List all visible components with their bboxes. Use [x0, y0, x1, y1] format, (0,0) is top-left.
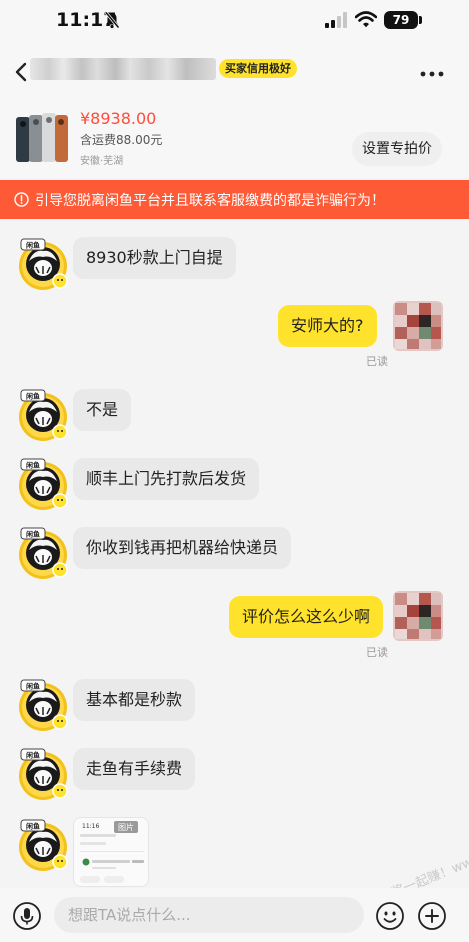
message-bubble-received[interactable]: 走鱼有手续费: [73, 748, 196, 790]
message-bubble-received[interactable]: 基本都是秒款: [73, 679, 196, 721]
alert-circle-icon: [14, 192, 29, 207]
message-bubble-received[interactable]: 8930秒款上门自提: [73, 237, 236, 279]
screenshot-thumbnail: 11:16 图片: [74, 818, 148, 886]
warning-text: 引导您脱离闲鱼平台并且联系客服缴费的都是诈骗行为！: [35, 193, 385, 209]
product-thumbnail[interactable]: [14, 110, 70, 166]
self-avatar[interactable]: [393, 301, 443, 351]
buyer-avatar[interactable]: [16, 818, 70, 872]
buyer-avatar[interactable]: [16, 237, 70, 291]
read-receipt: 已读: [366, 646, 388, 659]
thumbnail-time: 11:16: [82, 823, 99, 830]
status-bar: 11:17 79: [0, 0, 469, 44]
emoji-icon[interactable]: [375, 901, 405, 931]
fraud-warning-banner: 引导您脱离闲鱼平台并且联系客服缴费的都是诈骗行为！: [0, 180, 469, 219]
wifi-icon: [355, 11, 377, 28]
message-bubble-sent[interactable]: 安师大的?: [278, 305, 377, 347]
message-input[interactable]: [54, 897, 364, 933]
read-receipt: 已读: [366, 355, 388, 368]
add-attachment-icon[interactable]: [417, 901, 447, 931]
battery-indicator: 79: [384, 11, 418, 29]
seller-location: 安徽·芜湖: [80, 156, 124, 167]
cellular-signal-icon: [325, 12, 347, 28]
buyer-avatar[interactable]: [16, 388, 70, 442]
buyer-avatar[interactable]: [16, 678, 70, 732]
message-bubble-received[interactable]: 你收到钱再把机器给快递员: [73, 527, 292, 569]
buyer-avatar[interactable]: [16, 747, 70, 801]
battery-cap: [419, 16, 422, 24]
product-price: ¥8938.00: [80, 109, 157, 128]
more-options-icon[interactable]: [418, 64, 446, 84]
credit-badge: 买家信用极好: [219, 59, 297, 78]
set-special-price-button[interactable]: 设置专拍价: [352, 132, 442, 166]
chat-input-bar: [0, 888, 469, 942]
message-bubble-received[interactable]: 顺丰上门先打款后发货: [73, 458, 260, 500]
bell-muted-icon: [104, 11, 120, 29]
buyer-avatar[interactable]: [16, 526, 70, 580]
back-arrow-icon[interactable]: [12, 60, 30, 84]
buyer-avatar[interactable]: [16, 457, 70, 511]
seller-name-blurred[interactable]: [30, 58, 216, 80]
self-avatar[interactable]: [393, 591, 443, 641]
chat-header: 买家信用极好: [0, 44, 469, 100]
microphone-icon[interactable]: [12, 901, 42, 931]
shipping-fee: 含运费88.00元: [80, 133, 163, 147]
image-badge: 图片: [118, 822, 134, 832]
image-message[interactable]: 11:16 图片: [73, 817, 149, 887]
product-card[interactable]: ¥8938.00 含运费88.00元 安徽·芜湖 设置专拍价: [0, 100, 469, 178]
message-bubble-sent[interactable]: 评价怎么这么少啊: [229, 596, 384, 638]
message-bubble-received[interactable]: 不是: [73, 389, 132, 431]
